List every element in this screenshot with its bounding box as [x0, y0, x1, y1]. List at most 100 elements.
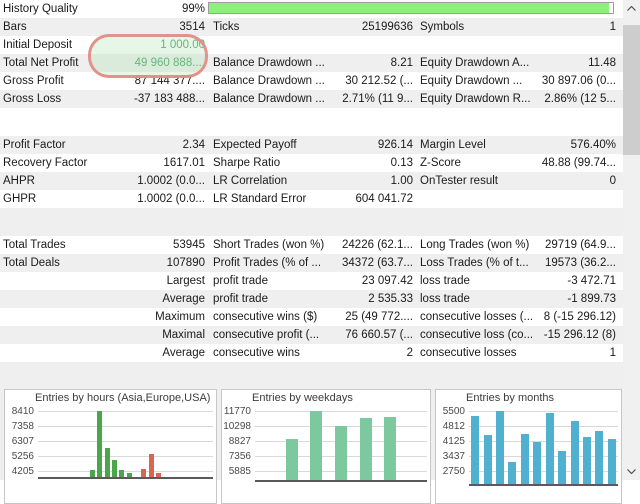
- metric-label: Balance Drawdown ...: [213, 57, 325, 69]
- metric-value: 34372 (63.7...: [342, 257, 413, 269]
- metric-pair: Profit Factor 2.34: [0, 136, 205, 154]
- metric-pair: Recovery Factor 1617.01: [0, 154, 205, 172]
- metric-label: consecutive wins: [213, 347, 300, 359]
- gridline: [38, 411, 213, 412]
- metric-pair: consecutive losses 1: [420, 344, 616, 362]
- metric-value: 49 960 888....: [134, 57, 205, 69]
- metric-value: 2.86% (12 5...: [544, 93, 616, 105]
- metric-pair: Initial Deposit 1 000.00: [0, 36, 205, 54]
- report-row: AHPR 1.0002 (0.0... LR Correlation 1.00 OnTe…: [0, 172, 623, 190]
- metric-pair: Gross Loss -37 183 488...: [0, 90, 205, 108]
- metric-label: LR Correlation: [213, 175, 288, 187]
- gridline: [38, 471, 213, 472]
- tester-results-table: History Quality 99% Bars 3514 Ticks 25199636 S…: [0, 0, 623, 362]
- chart-title: Entries by hours (Asia,Europe,USA): [35, 392, 211, 404]
- metric-label: Gross Profit: [3, 75, 64, 87]
- metric-label: consecutive wins ($): [213, 311, 318, 323]
- metric-label: AHPR: [3, 175, 35, 187]
- chart-bar: [545, 413, 554, 484]
- gridline: [38, 456, 213, 457]
- report-row: Bars 3514 Ticks 25199636 Symbols 1: [0, 18, 623, 36]
- metric-pair: Equity Drawdown A... 11.48: [420, 54, 616, 72]
- metric-value: -15 296.12 (8): [543, 329, 616, 341]
- report-row: GHPR 1.0002 (0.0... LR Standard Error 604 0…: [0, 190, 623, 208]
- chart-bar: [558, 451, 567, 484]
- metric-label: Gross Loss: [3, 93, 62, 105]
- chart-bar: [119, 470, 125, 477]
- metric-pair: OnTester result 0: [420, 172, 616, 190]
- metric-label: [0, 290, 3, 308]
- metric-value: 926.14: [377, 139, 413, 151]
- metric-label: [0, 272, 3, 290]
- chart-bar: [97, 411, 103, 477]
- metric-value: 3514: [179, 21, 205, 33]
- metric-value: 107890: [166, 257, 205, 269]
- report-row: Average consecutive wins 2 consecutive loss…: [0, 344, 623, 362]
- progress-fill: [209, 3, 609, 13]
- chart-bar: [335, 426, 347, 480]
- metric-label: Balance Drawdown ...: [213, 75, 325, 87]
- chart-bar: [104, 447, 110, 477]
- metric-pair: History Quality 99%: [0, 0, 205, 18]
- chart-bar: [533, 441, 542, 484]
- chart-bar: [520, 434, 529, 484]
- metric-label: consecutive profit (...: [213, 329, 320, 341]
- chart-bar: [148, 453, 154, 477]
- vertical-scrollbar[interactable]: [623, 0, 640, 480]
- chart-bar: [508, 462, 517, 484]
- metric-pair: consecutive wins ($) 25 (49 772....: [213, 308, 413, 326]
- scroll-down-arrow-icon[interactable]: [623, 463, 640, 480]
- report-row: Maximal consecutive profit (... 76 660.57 …: [0, 326, 623, 344]
- metric-label: [0, 308, 3, 326]
- metric-value: 29719 (64.9...: [545, 239, 616, 251]
- metric-label: Recovery Factor: [3, 157, 88, 169]
- metric-pair: consecutive wins 2: [213, 344, 413, 362]
- metric-pair: Short Trades (won %) 24226 (62.1...: [213, 236, 413, 254]
- chart-title: Entries by weekdays: [252, 392, 353, 404]
- metric-label: Balance Drawdown ...: [213, 93, 325, 105]
- metric-value: 25 (49 772....: [345, 311, 413, 323]
- chart-bar: [359, 417, 372, 480]
- metric-label: [0, 326, 3, 344]
- metric-pair: Gross Profit 87 144 377....: [0, 72, 205, 90]
- metric-pair: consecutive loss (co... -15 296.12 (8): [420, 326, 616, 344]
- metric-value: 53945: [173, 239, 205, 251]
- metric-label: [0, 344, 3, 362]
- metric-value: 87 144 377....: [134, 75, 205, 87]
- metric-value: 1: [609, 21, 616, 33]
- y-axis-tick-label: 4812: [442, 421, 465, 432]
- metric-value: 1 000.00: [160, 39, 205, 51]
- metric-pair: LR Correlation 1.00: [213, 172, 413, 190]
- metric-label: Total Deals: [3, 257, 60, 269]
- metric-value: 24226 (62.1...: [342, 239, 413, 251]
- metric-label: Equity Drawdown ...: [420, 75, 523, 87]
- metric-pair: Ticks 25199636: [213, 18, 413, 36]
- metric-value: 99%: [181, 3, 205, 15]
- metric-label: consecutive losses: [420, 347, 517, 359]
- report-row: Total Deals 107890 Profit Trades (% of ...…: [0, 254, 623, 272]
- metric-value: 48.88 (99.74...: [541, 157, 616, 169]
- metric-pair: Average: [0, 344, 205, 362]
- x-axis-line: [469, 484, 618, 486]
- x-axis-line: [255, 480, 427, 482]
- report-row: Largest profit trade 23 097.42 loss trade -3…: [0, 272, 623, 290]
- gridline: [469, 426, 618, 427]
- y-axis-tick-label: 10298: [223, 421, 251, 432]
- scrollbar-thumb[interactable]: [623, 25, 640, 155]
- scroll-up-arrow-icon[interactable]: [623, 0, 640, 17]
- metric-label: profit trade: [213, 293, 268, 305]
- metric-value: 0: [609, 175, 616, 187]
- metric-value: Maximum: [155, 311, 205, 323]
- metric-pair: loss trade -1 899.73: [420, 290, 616, 308]
- report-row: Recovery Factor 1617.01 Sharpe Ratio 0.13 Z-…: [0, 154, 623, 172]
- metric-pair: Expected Payoff 926.14: [213, 136, 413, 154]
- chart-bar: [112, 460, 118, 477]
- metric-value: -37 183 488...: [134, 93, 205, 105]
- metric-pair: Sharpe Ratio 0.13: [213, 154, 413, 172]
- y-axis-tick-label: 8827: [228, 436, 251, 447]
- chart-bar: [310, 411, 323, 480]
- report-row: Total Trades 53945 Short Trades (won %) 242…: [0, 236, 623, 254]
- report-row: Initial Deposit 1 000.00: [0, 36, 623, 54]
- metric-label: LR Standard Error: [213, 193, 307, 205]
- metric-pair: Symbols 1: [420, 18, 616, 36]
